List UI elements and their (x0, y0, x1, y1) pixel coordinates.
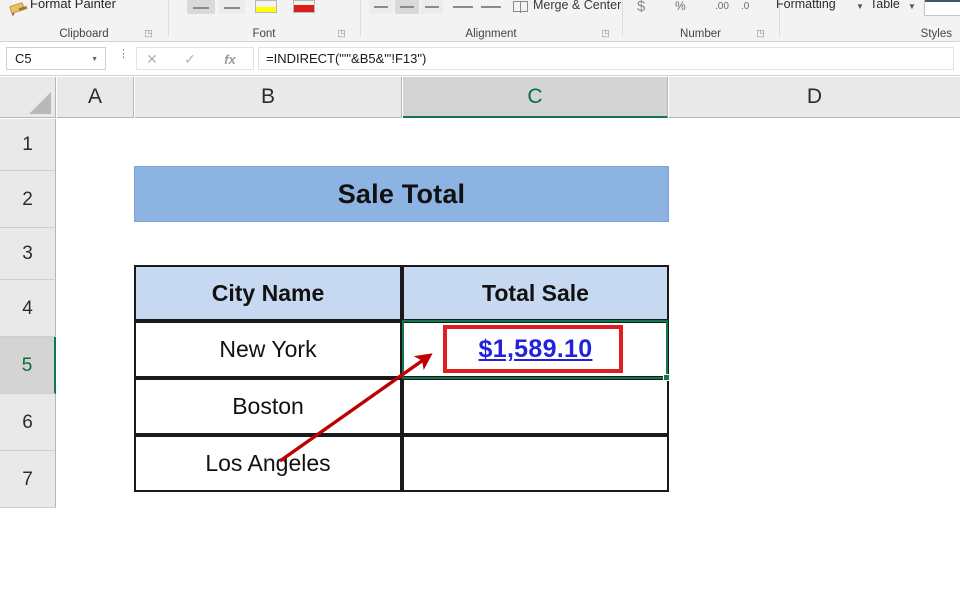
worksheet-grid: A B C D 1 2 3 4 5 6 7 Sale Total City Na… (0, 77, 960, 609)
ribbon-group-label-alignment: Alignment (361, 28, 621, 40)
cell-c5-total-sale[interactable]: $1,589.10 (402, 321, 669, 378)
alignment-dialog-launcher[interactable] (600, 28, 611, 39)
ribbon-group-number: $ % .00 .0 Number (623, 0, 778, 42)
name-box[interactable]: C5 (6, 47, 106, 70)
row-header-2[interactable]: 2 (0, 171, 56, 228)
name-box-chevron-down-icon[interactable] (91, 56, 98, 63)
font-dialog-launcher[interactable] (336, 28, 347, 39)
merge-center-icon (513, 1, 528, 12)
cell-title-sale-total[interactable]: Sale Total (134, 166, 669, 222)
check-icon[interactable]: ✓ (181, 51, 199, 68)
bold-glyph-icon (193, 7, 209, 9)
formula-bar-resize-handle[interactable]: ⋮ (118, 52, 121, 65)
align-middle-glyph-icon (400, 6, 414, 8)
formula-input[interactable]: =INDIRECT("'"&B5&"'!F13") (258, 47, 954, 70)
name-box-value: C5 (15, 51, 32, 66)
cell-c6-total-sale[interactable] (402, 378, 669, 435)
cell-styles-gallery-preview (925, 0, 960, 2)
cell-styles-gallery[interactable] (924, 0, 960, 16)
cell-b5-city[interactable]: New York (134, 321, 402, 378)
border-glyph-icon (224, 7, 240, 9)
align-top-glyph-icon (374, 6, 388, 8)
cell-header-city-name[interactable]: City Name (134, 265, 402, 321)
font-color-swatch (294, 5, 314, 12)
format-painter-icon (10, 0, 28, 14)
title-text: Sale Total (338, 179, 466, 210)
ribbon-group-styles: Formatting Table Styles (780, 0, 960, 42)
column-header-b[interactable]: B (135, 77, 402, 118)
align-left-glyph-icon[interactable] (453, 6, 473, 8)
merge-center-button[interactable]: Merge & Center (533, 0, 621, 12)
currency-icon[interactable]: $ (637, 0, 645, 15)
column-header-a[interactable]: A (57, 77, 134, 118)
cell-header-total-sale[interactable]: Total Sale (402, 265, 669, 321)
header-total-sale-text: Total Sale (482, 280, 589, 307)
increase-decimal-icon[interactable]: .00 (715, 1, 729, 12)
ribbon: Format Painter Clipboard Font (0, 0, 960, 42)
ribbon-group-clipboard: Format Painter Clipboard (0, 0, 168, 42)
conditional-formatting-caret-icon[interactable] (856, 3, 864, 11)
row-header-1[interactable]: 1 (0, 119, 56, 171)
percent-style-button[interactable]: % (675, 0, 686, 13)
column-header-c[interactable]: C (403, 77, 668, 118)
sheet-canvas: Sale Total City Name Total Sale New York… (57, 119, 960, 609)
cell-c7-total-sale[interactable] (402, 435, 669, 492)
cancel-icon[interactable]: ✕ (143, 51, 161, 68)
ribbon-group-label-font: Font (169, 28, 359, 40)
select-all-button[interactable] (0, 77, 56, 118)
city-name-text: Los Angeles (205, 450, 330, 477)
row-header-6[interactable]: 6 (0, 394, 56, 451)
fill-color-swatch (256, 7, 276, 12)
row-header-3[interactable]: 3 (0, 228, 56, 280)
ribbon-group-alignment: Merge & Center Alignment (361, 0, 621, 42)
row-header-7[interactable]: 7 (0, 451, 56, 508)
ribbon-group-label-styles: Styles (780, 28, 960, 40)
font-color-button[interactable] (293, 0, 315, 13)
row-header-5[interactable]: 5 (0, 337, 56, 394)
insert-function-icon[interactable]: fx (221, 51, 239, 68)
excel-window: Format Painter Clipboard Font (0, 0, 960, 609)
align-center-glyph-icon[interactable] (481, 6, 501, 8)
fill-color-button[interactable] (255, 0, 277, 13)
fill-handle[interactable] (663, 374, 670, 381)
row-header-4[interactable]: 4 (0, 280, 56, 337)
format-painter-button[interactable]: Format Painter (30, 0, 116, 11)
cell-b6-city[interactable]: Boston (134, 378, 402, 435)
number-dialog-launcher[interactable] (755, 28, 766, 39)
city-name-text: Boston (232, 393, 304, 420)
column-header-d[interactable]: D (669, 77, 960, 118)
format-as-table-button[interactable]: Table (870, 0, 900, 11)
align-bottom-glyph-icon (425, 6, 439, 8)
clipboard-dialog-launcher[interactable] (143, 28, 154, 39)
decrease-decimal-icon[interactable]: .0 (741, 1, 749, 12)
formula-bar: C5 ⋮ ✕ ✓ fx =INDIRECT("'"&B5&"'!F13") (0, 42, 960, 76)
total-sale-value: $1,589.10 (479, 335, 593, 364)
formula-bar-buttons: ✕ ✓ fx (136, 47, 254, 70)
header-city-name-text: City Name (212, 280, 324, 307)
format-as-table-caret-icon[interactable] (908, 3, 916, 11)
cell-b7-city[interactable]: Los Angeles (134, 435, 402, 492)
ribbon-group-font: Font (169, 0, 359, 42)
city-name-text: New York (219, 336, 316, 363)
conditional-formatting-button[interactable]: Formatting (776, 0, 836, 11)
